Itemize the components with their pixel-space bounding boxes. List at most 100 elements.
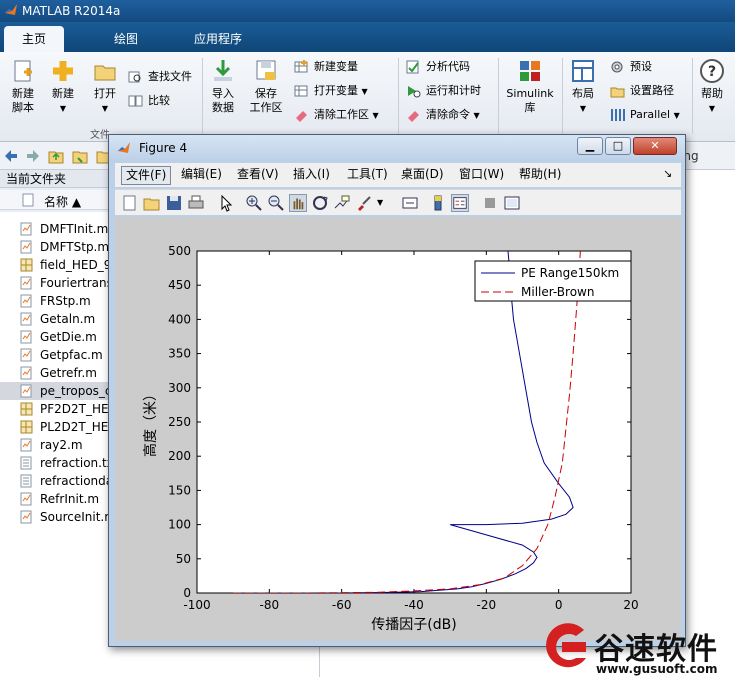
compare-button[interactable]: 比较 <box>128 92 170 110</box>
watermark-url: www.gusuoft.com <box>596 662 718 676</box>
m-file-icon <box>20 330 32 344</box>
app-title: MATLAB R2014a <box>22 4 121 18</box>
ribbon-separator <box>202 58 203 134</box>
tab-apps[interactable]: 应用程序 <box>176 26 260 52</box>
menu-desktop[interactable]: 桌面(D) <box>397 166 448 185</box>
brush-icon[interactable] <box>355 194 373 212</box>
up-folder-icon[interactable] <box>48 148 64 164</box>
figure-canvas[interactable]: -100 -80 -60 -40 -20 0 20 0 50 100 150 200 250 300 350… <box>115 217 681 641</box>
layout-button[interactable]: 布局 ▼ <box>566 58 600 116</box>
print-icon[interactable] <box>187 194 205 212</box>
link-icon[interactable] <box>401 194 419 212</box>
open-button[interactable]: 打开 ▼ <box>88 58 122 116</box>
y-tick-label: 350 <box>168 347 191 361</box>
help-icon: ? <box>700 59 724 83</box>
open-label: 打开 <box>94 87 116 100</box>
clear-workspace-button[interactable]: 清除工作区 ▼ <box>294 106 379 124</box>
legend-icon[interactable] <box>451 194 469 212</box>
file-name: SourceInit.m <box>40 510 116 524</box>
figure-titlebar[interactable]: Figure 4 ▁ □ ✕ <box>109 135 685 161</box>
zoom-out-icon[interactable] <box>267 194 285 212</box>
rotate-icon[interactable] <box>311 194 329 212</box>
menubar-dock-icon[interactable]: ↘ <box>663 167 672 180</box>
new-variable-icon <box>294 60 308 73</box>
ribbon-separator <box>398 58 399 134</box>
show-plot-tools-icon[interactable] <box>503 194 521 212</box>
pointer-icon[interactable] <box>217 194 235 212</box>
colorbar-icon[interactable] <box>429 194 447 212</box>
menu-window[interactable]: 窗口(W) <box>455 166 508 185</box>
preferences-button[interactable]: 预设 <box>610 58 652 76</box>
back-arrow-icon[interactable] <box>4 149 18 163</box>
menu-help[interactable]: 帮助(H) <box>515 166 565 185</box>
tab-home[interactable]: 主页 <box>4 26 65 52</box>
menu-view[interactable]: 查看(V) <box>233 166 283 185</box>
set-path-button[interactable]: 设置路径 <box>610 82 674 100</box>
menu-insert[interactable]: 插入(I) <box>289 166 334 185</box>
compare-icon <box>128 95 143 107</box>
layout-icon <box>572 60 594 82</box>
file-name: pe_tropos_c <box>40 384 112 398</box>
plot-area[interactable]: -100 -80 -60 -40 -20 0 20050100150200250300350… <box>115 217 681 641</box>
find-files-button[interactable]: 查找文件 <box>128 68 192 86</box>
run-and-time-button[interactable]: 运行和计时 <box>406 82 481 100</box>
open-variable-button[interactable]: 打开变量 ▼ <box>294 82 368 100</box>
help-button[interactable]: ? 帮助 ▼ <box>696 58 728 116</box>
legend-label: PE Range150km <box>521 266 619 280</box>
x-axis-label: 传播因子(dB) <box>371 617 456 633</box>
new-script-button[interactable]: 新建 脚本 <box>6 58 40 115</box>
clear-commands-icon <box>408 111 419 122</box>
file-list-item[interactable]: pe_tropos_c <box>0 382 120 400</box>
menu-file[interactable]: 文件(F) <box>121 166 172 185</box>
y-tick-label: 200 <box>168 449 191 463</box>
figure-title: Figure 4 <box>139 141 188 155</box>
import-data-button[interactable]: 导入 数据 <box>206 58 240 115</box>
new-button[interactable]: 新建 ▼ <box>46 58 80 116</box>
new-figure-icon[interactable] <box>121 194 139 212</box>
save-icon[interactable] <box>165 194 183 212</box>
parallel-dropdown-icon: ▼ <box>673 111 680 120</box>
simulink-label: Simulink 库 <box>506 87 554 114</box>
zoom-in-icon[interactable] <box>245 194 263 212</box>
file-name: refraction.tx <box>40 456 114 470</box>
m-file-icon <box>20 294 32 308</box>
brush-dropdown-icon[interactable]: ▼ <box>377 198 383 207</box>
m-file-icon <box>20 384 32 398</box>
browse-folder-icon[interactable] <box>72 148 88 164</box>
parallel-button[interactable]: Parallel ▼ <box>610 106 680 124</box>
axes-box <box>196 250 632 594</box>
hide-plot-tools-icon[interactable] <box>481 194 499 212</box>
file-name: ray2.m <box>40 438 83 452</box>
new-dropdown-icon: ▼ <box>59 104 67 113</box>
preferences-label: 预设 <box>630 60 652 73</box>
run-and-time-icon <box>408 86 421 98</box>
pan-icon[interactable] <box>289 194 307 212</box>
save-workspace-button[interactable]: 保存 工作区 <box>246 58 286 115</box>
new-variable-button[interactable]: 新建变量 <box>294 58 358 76</box>
y-tick-label: 500 <box>168 244 191 258</box>
fig-file-icon <box>20 258 33 272</box>
analyze-code-label: 分析代码 <box>426 60 470 73</box>
menu-tools[interactable]: 工具(T) <box>343 166 392 185</box>
m-file-icon <box>20 276 32 290</box>
simulink-button[interactable]: Simulink 库 <box>502 58 558 115</box>
open-icon[interactable] <box>143 194 161 212</box>
m-file-icon <box>20 240 32 254</box>
name-column-header[interactable]: 名称 ▲ <box>44 193 81 210</box>
help-label: 帮助 <box>701 87 723 100</box>
forward-arrow-icon[interactable] <box>26 149 40 163</box>
file-name: DMFTInit.m <box>40 222 109 236</box>
file-name: Getpfac.m <box>40 348 103 362</box>
x-tick-label: 20 <box>623 598 638 612</box>
data-cursor-icon[interactable] <box>333 194 351 212</box>
clear-commands-button[interactable]: 清除命令 ▼ <box>406 106 480 124</box>
file-name: Fouriertrans <box>40 276 113 290</box>
analyze-code-button[interactable]: 分析代码 <box>406 58 470 76</box>
set-path-label: 设置路径 <box>630 84 674 97</box>
close-button[interactable]: ✕ <box>633 137 677 155</box>
file-column-icon <box>22 193 34 207</box>
tab-plots[interactable]: 绘图 <box>96 26 156 52</box>
maximize-button[interactable]: □ <box>605 137 631 155</box>
menu-edit[interactable]: 编辑(E) <box>177 166 226 185</box>
minimize-button[interactable]: ▁ <box>577 137 603 155</box>
